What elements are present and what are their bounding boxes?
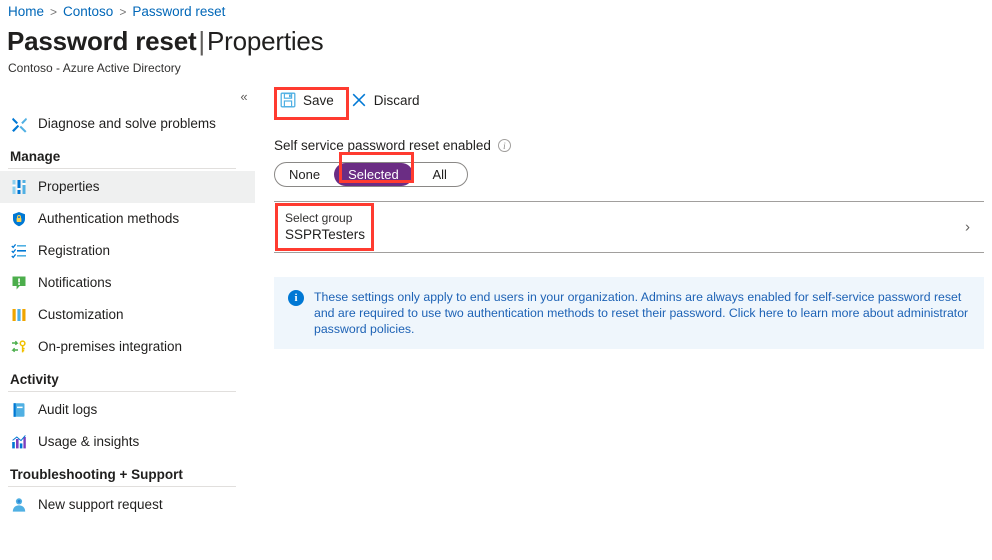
book-icon <box>10 401 28 419</box>
wrench-icon <box>10 115 28 133</box>
pill-option-selected[interactable]: Selected <box>334 163 413 186</box>
sidebar-item-properties[interactable]: Properties <box>0 171 255 203</box>
select-group-value: SSPRTesters <box>285 227 366 243</box>
sync-key-icon <box>10 338 28 356</box>
page-title: Password reset|Properties <box>7 26 324 57</box>
sidebar-group-title-manage: Manage <box>10 149 61 164</box>
sspr-enabled-label: Self service password reset enabled <box>274 138 491 153</box>
sidebar-item-registration[interactable]: Registration <box>0 235 258 267</box>
sspr-scope-toggle-group: None Selected All <box>274 162 468 187</box>
sidebar-group-title-troubleshooting: Troubleshooting + Support <box>10 467 183 482</box>
sidebar-item-customization[interactable]: Customization <box>0 299 258 331</box>
sidebar-item-new-support-request[interactable]: New support request <box>0 489 258 521</box>
sliders-icon <box>10 178 28 196</box>
breadcrumb-separator: > <box>50 4 58 19</box>
page-title-main: Password reset <box>7 26 197 56</box>
sidebar-item-label: Properties <box>38 179 100 195</box>
sidebar-group-divider <box>8 391 236 392</box>
bars-icon <box>10 306 28 324</box>
discard-button-label: Discard <box>373 93 420 109</box>
sidebar-item-authentication-methods[interactable]: Authentication methods <box>0 203 258 235</box>
sidebar-item-label: New support request <box>38 497 163 513</box>
sidebar-item-label: Customization <box>38 307 124 323</box>
sidebar-item-label: Authentication methods <box>38 211 180 227</box>
select-group-caption: Select group <box>285 211 353 226</box>
pill-option-none[interactable]: None <box>275 163 334 186</box>
breadcrumb: Home > Contoso > Password reset <box>8 4 225 19</box>
sidebar-item-label: On-premises integration <box>38 339 183 355</box>
breadcrumb-item-password-reset[interactable]: Password reset <box>132 4 225 19</box>
pill-option-all[interactable]: All <box>413 163 467 186</box>
breadcrumb-item-contoso[interactable]: Contoso <box>63 4 113 19</box>
sidebar-item-label: Notifications <box>38 275 112 291</box>
info-icon: i <box>288 290 304 306</box>
divider-below-group-row <box>274 252 984 253</box>
sidebar-item-on-premises-integration[interactable]: On-premises integration <box>0 331 258 363</box>
sidebar-item-notifications[interactable]: Notifications <box>0 267 258 299</box>
save-disk-icon <box>280 92 296 111</box>
select-group-field[interactable]: Select group SSPRTesters › <box>274 202 984 252</box>
sidebar-item-label: Registration <box>38 243 111 259</box>
sidebar-item-usage-and-insights[interactable]: Usage & insights <box>0 426 258 458</box>
breadcrumb-item-home[interactable]: Home <box>8 4 44 19</box>
sidebar-group-title-activity: Activity <box>10 372 59 387</box>
checklist-icon <box>10 242 28 260</box>
collapse-sidebar-icon[interactable]: « <box>236 89 252 105</box>
sspr-enabled-label-row: Self service password reset enabled i <box>274 138 984 153</box>
sidebar-group-divider <box>8 168 236 169</box>
info-banner-text: These settings only apply to end users i… <box>314 290 969 336</box>
save-button-label: Save <box>303 93 334 109</box>
sidebar-item-label: Usage & insights <box>38 434 140 450</box>
sidebar-group-divider <box>8 486 236 487</box>
page-title-separator: | <box>198 26 205 56</box>
page-subtitle: Contoso - Azure Active Directory <box>8 61 181 75</box>
sidebar-item-label: Diagnose and solve problems <box>38 116 216 132</box>
breadcrumb-separator: > <box>119 4 127 19</box>
notification-icon <box>10 274 28 292</box>
sidebar-item-diagnose-and-solve-problems[interactable]: Diagnose and solve problems <box>0 108 258 140</box>
close-x-icon <box>351 92 367 111</box>
info-circle-icon[interactable]: i <box>497 139 511 152</box>
chevron-right-icon[interactable]: › <box>965 220 970 235</box>
main-content: Save Discard Self service password reset… <box>274 86 984 349</box>
sidebar-item-label: Audit logs <box>38 402 98 418</box>
sidebar-item-audit-logs[interactable]: Audit logs <box>0 394 258 426</box>
shield-lock-icon <box>10 210 28 228</box>
sidebar: Diagnose and solve problems Manage Prope… <box>0 108 258 560</box>
info-banner: i These settings only apply to end users… <box>274 277 984 349</box>
discard-button[interactable]: Discard <box>345 87 429 115</box>
person-icon <box>10 496 28 514</box>
command-bar: Save Discard <box>274 86 984 116</box>
chart-icon <box>10 433 28 451</box>
select-group-texts: Select group SSPRTesters <box>274 212 365 242</box>
save-button[interactable]: Save <box>274 87 343 115</box>
page-title-section: Properties <box>206 26 324 56</box>
